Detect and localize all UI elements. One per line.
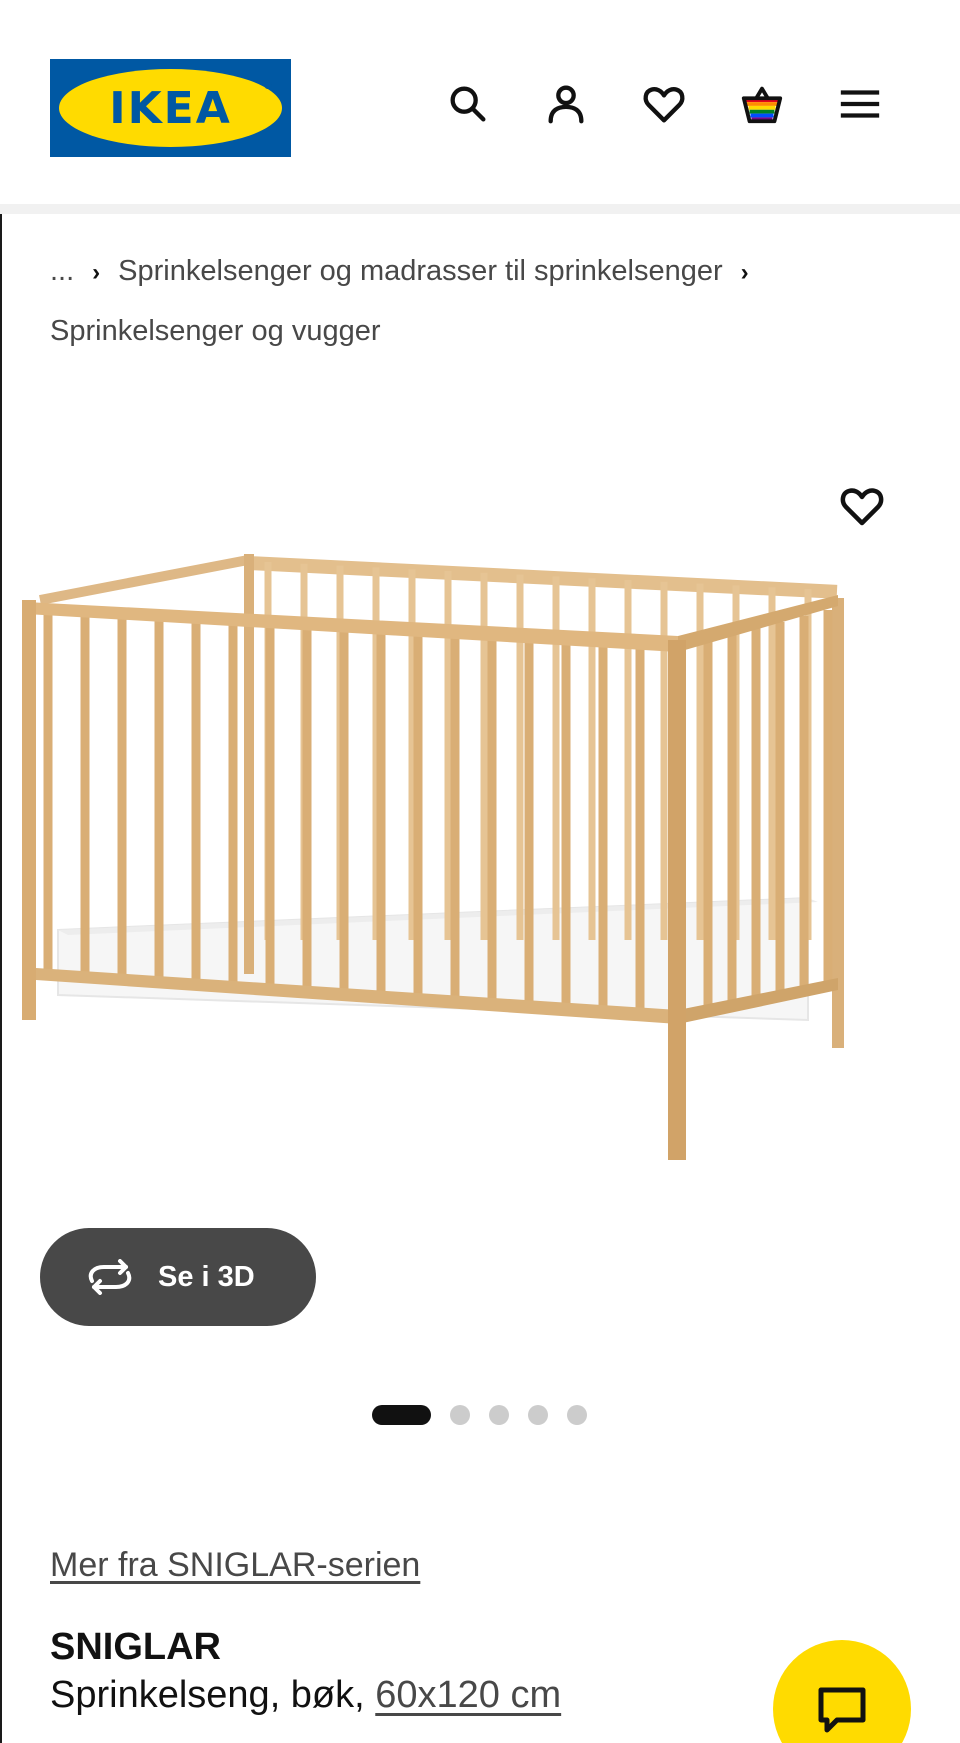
- account-button[interactable]: [540, 78, 592, 130]
- chevron-right-icon: ›: [740, 259, 749, 286]
- window-edge: [0, 0, 2, 1743]
- product-size-link[interactable]: 60x120 cm: [375, 1674, 561, 1716]
- carousel-dot-1[interactable]: [372, 1405, 431, 1425]
- ikea-logo[interactable]: IKEA ®: [50, 59, 291, 157]
- heart-icon: [840, 488, 884, 526]
- menu-icon: [840, 90, 880, 118]
- breadcrumb-item-cribs-cradles[interactable]: Sprinkelsenger og vugger: [50, 315, 380, 347]
- product-type: Sprinkelseng, bøk,: [50, 1674, 376, 1716]
- favourites-button[interactable]: [638, 78, 690, 130]
- image-carousel-indicators: [372, 1404, 587, 1426]
- chat-icon: [818, 1687, 866, 1733]
- carousel-dot-5[interactable]: [567, 1405, 587, 1425]
- breadcrumb: ... › Sprinkelsenger og madrasser til spri…: [50, 242, 910, 361]
- add-to-favourites-button[interactable]: [832, 478, 892, 534]
- carousel-dot-3[interactable]: [489, 1405, 509, 1425]
- cart-button[interactable]: [736, 78, 788, 130]
- chevron-right-icon: ›: [92, 259, 101, 286]
- logo-text: IKEA: [109, 82, 232, 134]
- search-button[interactable]: [442, 78, 494, 130]
- cart-icon: [741, 86, 783, 124]
- chat-button[interactable]: [773, 1640, 911, 1743]
- logo-registered-mark: ®: [263, 81, 273, 92]
- carousel-dot-2[interactable]: [450, 1405, 470, 1425]
- crib-illustration: [22, 554, 844, 1160]
- product-image-crib[interactable]: [18, 540, 948, 1230]
- heart-icon: [643, 87, 685, 123]
- site-header: IKEA ®: [0, 0, 960, 204]
- view-in-3d-button[interactable]: Se i 3D: [40, 1228, 316, 1326]
- user-icon: [548, 85, 584, 124]
- view-in-3d-label: Se i 3D: [158, 1260, 255, 1293]
- carousel-dot-4[interactable]: [528, 1405, 548, 1425]
- search-icon: [450, 86, 486, 122]
- breadcrumb-ellipsis[interactable]: ...: [50, 255, 74, 287]
- menu-button[interactable]: [834, 78, 886, 130]
- header-divider: [0, 204, 960, 214]
- rotate-3d-icon: [88, 1259, 132, 1295]
- product-name: SNIGLAR: [50, 1626, 221, 1668]
- breadcrumb-item-cribs-mattresses[interactable]: Sprinkelsenger og madrasser til sprinkel…: [118, 255, 722, 287]
- series-link[interactable]: Mer fra SNIGLAR-serien: [50, 1546, 420, 1585]
- product-description: Sprinkelseng, bøk, 60x120 cm: [50, 1674, 561, 1717]
